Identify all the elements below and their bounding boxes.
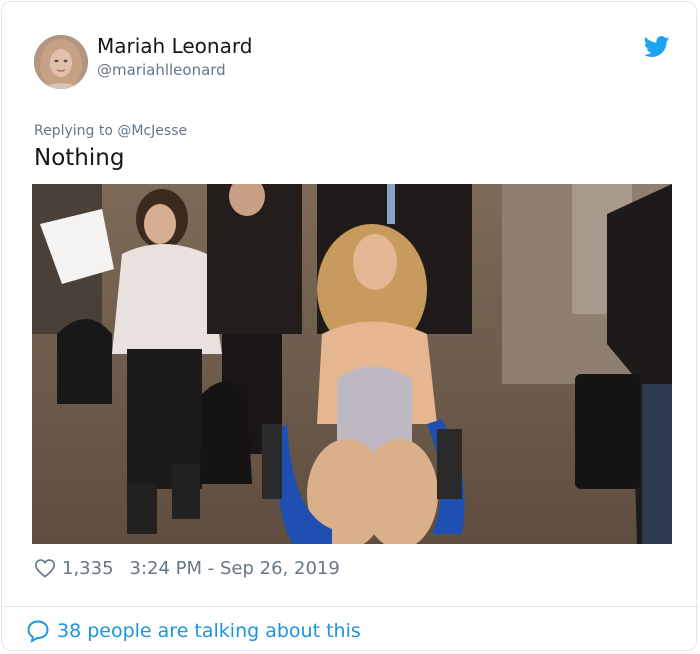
divider [3,606,699,607]
speech-bubble-icon [27,620,49,643]
tweet-meta: 1,335 3:24 PM - Sep 26, 2019 [34,555,340,581]
heart-icon[interactable] [34,558,56,578]
conversation-link[interactable]: 38 people are talking about this [26,617,361,645]
twitter-bird-icon[interactable] [643,36,670,58]
replying-to[interactable]: Replying to @McJesse [34,123,187,139]
like-count[interactable]: 1,335 [62,558,114,579]
tweet-card: Mariah Leonard @mariahlleonard Replying … [1,1,699,651]
talking-text[interactable]: 38 people are talking about this [57,620,361,642]
author-handle[interactable]: @mariahlleonard [97,61,226,79]
tweet-media[interactable] [32,184,672,544]
timestamp[interactable]: 3:24 PM - Sep 26, 2019 [130,558,340,579]
tweet-text: Nothing [34,145,125,171]
avatar[interactable] [34,35,88,89]
author-name[interactable]: Mariah Leonard [97,34,252,58]
